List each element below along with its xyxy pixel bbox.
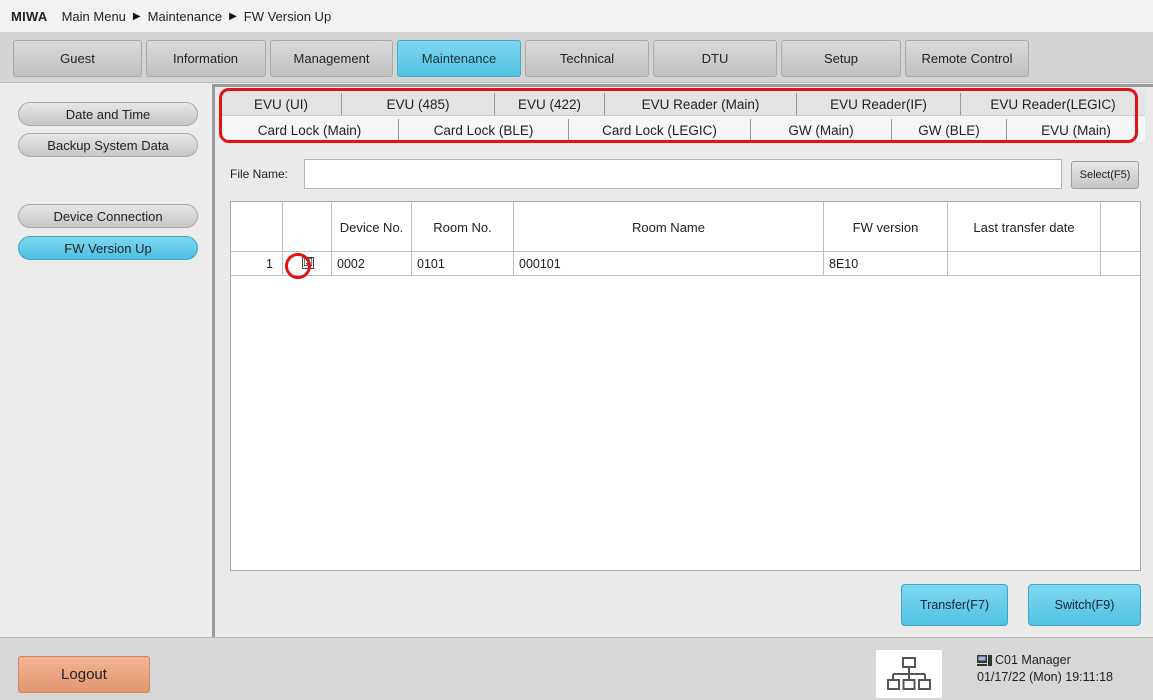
menu-information-button[interactable]: Information — [146, 40, 266, 77]
tab-evu-reader-legic[interactable]: EVU Reader(LEGIC) — [961, 93, 1145, 115]
user-info: C01 Manager 01/17/22 (Mon) 19:11:18 — [977, 652, 1113, 686]
menu-dtu-button[interactable]: DTU — [653, 40, 777, 77]
firmware-target-tabs: EVU (UI) EVU (485) EVU (422) EVU Reader … — [221, 90, 1145, 144]
row-select-checkbox[interactable]: ☑ — [302, 257, 314, 269]
tab-card-lock-legic[interactable]: Card Lock (LEGIC) — [569, 119, 751, 141]
file-name-input[interactable] — [304, 159, 1062, 189]
nav-device-connection-button[interactable]: Device Connection — [18, 204, 198, 228]
footer-bar: Logout C01 Manager 01/17/22 (Mon) 19:11:… — [0, 637, 1153, 700]
tab-evu-reader-main[interactable]: EVU Reader (Main) — [605, 93, 797, 115]
breadcrumb-fw-version-up: FW Version Up — [243, 8, 332, 24]
column-header-room-no[interactable]: Room No. — [412, 202, 514, 252]
column-header-check — [283, 202, 332, 252]
main-menu-bar: Guest Information Management Maintenance… — [0, 33, 1153, 83]
menu-management-button[interactable]: Management — [270, 40, 393, 77]
tab-gw-main[interactable]: GW (Main) — [751, 119, 892, 141]
switch-button[interactable]: Switch(F9) — [1028, 584, 1141, 626]
menu-guest-button[interactable]: Guest — [13, 40, 142, 77]
column-header-room-name[interactable]: Room Name — [514, 202, 824, 252]
menu-setup-button[interactable]: Setup — [781, 40, 901, 77]
row-select-cell: ☑ — [283, 252, 332, 275]
tab-evu-422[interactable]: EVU (422) — [495, 93, 605, 115]
cell-room-name: 000101 — [514, 252, 824, 275]
cell-device-no: 0002 — [332, 252, 412, 275]
tab-evu-485[interactable]: EVU (485) — [342, 93, 495, 115]
tab-evu-main[interactable]: EVU (Main) — [1007, 119, 1145, 141]
content-panel: EVU (UI) EVU (485) EVU (422) EVU Reader … — [212, 84, 1153, 637]
breadcrumb-arrow-icon: ▶ — [229, 10, 237, 22]
left-navigation: Date and Time Backup System Data Device … — [0, 84, 212, 637]
device-table: Device No. Room No. Room Name FW version… — [230, 201, 1141, 571]
row-index: 1 — [231, 252, 283, 275]
select-file-button[interactable]: Select(F5) — [1071, 161, 1139, 189]
transfer-button[interactable]: Transfer(F7) — [901, 584, 1008, 626]
nav-date-and-time-button[interactable]: Date and Time — [18, 102, 198, 126]
user-name: C01 Manager — [995, 653, 1071, 667]
logout-button[interactable]: Logout — [18, 656, 150, 693]
cell-room-no: 0101 — [412, 252, 514, 275]
cell-last-transfer-date — [948, 252, 1101, 275]
table-header: Device No. Room No. Room Name FW version… — [231, 202, 1140, 252]
pc-icon — [977, 655, 992, 666]
breadcrumb-maintenance[interactable]: Maintenance — [148, 9, 222, 24]
nav-backup-system-data-button[interactable]: Backup System Data — [18, 133, 198, 157]
brand-label: MIWA — [11, 8, 48, 24]
table-row[interactable]: 1 ☑ 0002 0101 000101 8E10 — [231, 252, 1140, 276]
nav-fw-version-up-button[interactable]: FW Version Up — [18, 236, 198, 260]
column-header-device-no[interactable]: Device No. — [332, 202, 412, 252]
menu-technical-button[interactable]: Technical — [525, 40, 649, 77]
breadcrumb-main-menu[interactable]: Main Menu — [62, 9, 126, 24]
column-header-fw-version[interactable]: FW version — [824, 202, 948, 252]
network-status[interactable] — [876, 650, 942, 698]
network-icon — [887, 657, 931, 690]
tab-gw-ble[interactable]: GW (BLE) — [892, 119, 1007, 141]
column-header-last-transfer-date[interactable]: Last transfer date — [948, 202, 1101, 252]
tab-evu-ui[interactable]: EVU (UI) — [221, 93, 342, 115]
title-bar: MIWA Main Menu ▶ Maintenance ▶ FW Versio… — [0, 0, 1153, 33]
file-name-label: File Name: — [230, 167, 289, 181]
menu-remote-control-button[interactable]: Remote Control — [905, 40, 1029, 77]
tab-evu-reader-if[interactable]: EVU Reader(IF) — [797, 93, 961, 115]
current-datetime: 01/17/22 (Mon) 19:11:18 — [977, 670, 1113, 684]
menu-maintenance-button[interactable]: Maintenance — [397, 40, 521, 77]
tab-card-lock-ble[interactable]: Card Lock (BLE) — [399, 119, 569, 141]
column-header-index — [231, 202, 283, 252]
tab-card-lock-main[interactable]: Card Lock (Main) — [221, 119, 399, 141]
breadcrumb-arrow-icon: ▶ — [132, 10, 141, 22]
cell-fw-version: 8E10 — [824, 252, 948, 275]
